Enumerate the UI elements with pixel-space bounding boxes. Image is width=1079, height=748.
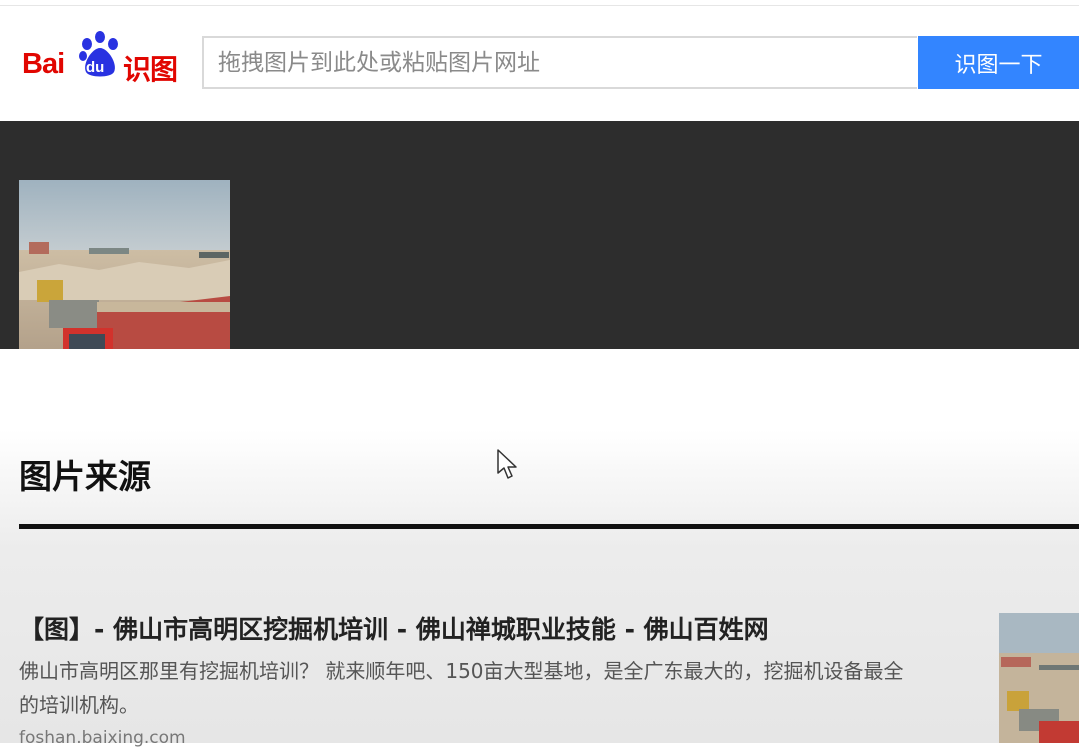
logo-text-du: du (86, 59, 105, 76)
search-button[interactable]: 识图一下 (918, 36, 1079, 89)
header: Bai du 识图 识图一下 (0, 6, 1079, 121)
logo-text-bai: Bai (22, 48, 65, 80)
result-title-link[interactable]: 【图】- 佛山市高明区挖掘机培训 - 佛山禅城职业技能 - 佛山百姓网 (19, 610, 769, 646)
section-title: 图片来源 (19, 457, 151, 496)
mouse-cursor-icon (497, 449, 519, 481)
result-description: 佛山市高明区那里有挖掘机培训？ 就来顺年吧、150亩大型基地，是全广东最大的，挖… (19, 659, 904, 717)
search-input[interactable] (204, 38, 922, 87)
result-domain[interactable]: foshan.baixing.com (19, 728, 186, 748)
baidu-shitu-logo[interactable]: Bai du 识图 (22, 30, 184, 90)
section-divider (19, 524, 1079, 529)
search-box (202, 36, 922, 89)
logo-text-shitu: 识图 (123, 53, 178, 86)
result-thumbnail[interactable] (999, 613, 1079, 743)
